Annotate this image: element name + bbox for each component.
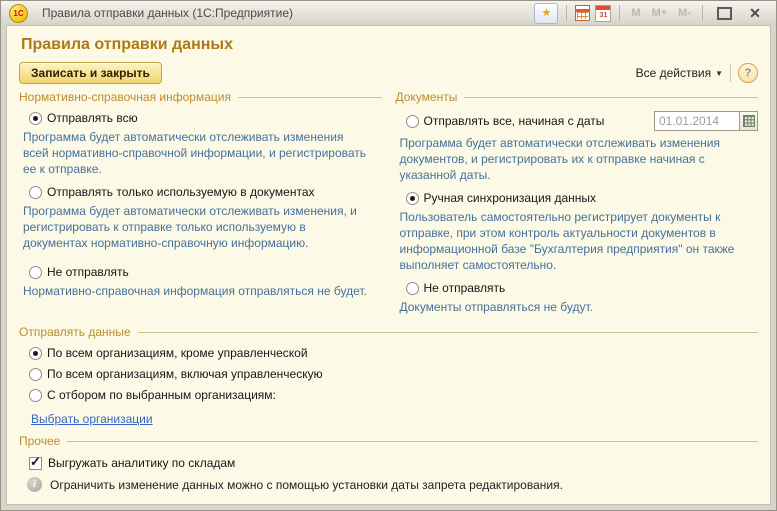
command-bar: Записать и закрыть Все действия ▼ ? bbox=[19, 62, 758, 84]
radio-label: Не отправлять bbox=[47, 265, 129, 279]
start-date-input[interactable] bbox=[654, 111, 739, 131]
radio-label: Отправлять только используемую в докумен… bbox=[47, 185, 315, 199]
radio-selected-orgs-filter[interactable]: С отбором по выбранным организациям: bbox=[29, 388, 758, 402]
restrict-edit-info-text: Ограничить изменение данных можно с помо… bbox=[50, 478, 563, 492]
titlebar: 1С Правила отправки данных (1С:Предприят… bbox=[1, 1, 776, 25]
calendar-grid-icon bbox=[743, 115, 755, 127]
page-title: Правила отправки данных bbox=[21, 36, 758, 54]
radio-label: По всем организациям, включая управленче… bbox=[47, 367, 323, 381]
radio-icon[interactable] bbox=[29, 186, 42, 199]
group-line bbox=[138, 332, 758, 333]
radio-docs-manual-sync[interactable]: Ручная синхронизация данных bbox=[406, 191, 759, 205]
nsi-dont-send-description: Нормативно-справочная информация отправл… bbox=[23, 283, 368, 299]
docs-dont-send-description: Документы отправляться не будут. bbox=[400, 299, 745, 315]
docs-manual-sync-description: Пользователь самостоятельно регистрирует… bbox=[400, 209, 745, 273]
radio-icon[interactable] bbox=[29, 266, 42, 279]
radio-icon[interactable] bbox=[406, 282, 419, 295]
maximize-icon bbox=[717, 7, 732, 20]
radio-docs-send-from-date[interactable]: Отправлять все, начиная с даты bbox=[406, 111, 759, 131]
group-send-data: Отправлять данные По всем организациям, … bbox=[19, 325, 758, 428]
date-picker-button[interactable] bbox=[739, 111, 758, 131]
calendar-button[interactable]: 31 bbox=[595, 5, 611, 22]
radio-icon[interactable] bbox=[29, 112, 42, 125]
help-button[interactable]: ? bbox=[738, 63, 758, 83]
radio-label: Не отправлять bbox=[424, 281, 506, 295]
memory-mminus-button[interactable]: M- bbox=[675, 7, 694, 19]
titlebar-separator bbox=[619, 5, 620, 21]
group-line bbox=[67, 441, 758, 442]
radio-all-orgs-including-management[interactable]: По всем организациям, включая управленче… bbox=[29, 367, 758, 381]
radio-label: Ручная синхронизация данных bbox=[424, 191, 597, 205]
window-title: Правила отправки данных (1С:Предприятие) bbox=[42, 6, 293, 20]
group-line bbox=[238, 97, 382, 98]
titlebar-separator bbox=[566, 5, 567, 21]
save-and-close-button[interactable]: Записать и закрыть bbox=[19, 62, 162, 84]
star-icon: ★ bbox=[541, 8, 551, 19]
radio-label: Отправлять всю bbox=[47, 111, 138, 125]
group-other: Прочее ✓ Выгружать аналитику по складам … bbox=[19, 434, 758, 505]
maximize-button[interactable] bbox=[711, 4, 737, 22]
checkbox-export-warehouse-analytics[interactable]: ✓ Выгружать аналитику по складам bbox=[29, 456, 758, 470]
checkbox-label: Выгружать аналитику по складам bbox=[48, 456, 235, 470]
chevron-down-icon: ▼ bbox=[715, 69, 723, 78]
app-window: 1С Правила отправки данных (1С:Предприят… bbox=[0, 0, 777, 511]
calculator-button[interactable] bbox=[575, 5, 590, 21]
group-nsi-title: Нормативно-справочная информация bbox=[19, 90, 231, 104]
group-nsi: Нормативно-справочная информация Отправл… bbox=[19, 88, 382, 323]
radio-label: С отбором по выбранным организациям: bbox=[47, 388, 276, 402]
docs-send-from-date-description: Программа будет автоматически отслеживат… bbox=[400, 135, 745, 183]
radio-nsi-dont-send[interactable]: Не отправлять bbox=[29, 265, 382, 279]
1c-logo-icon: 1С bbox=[9, 4, 28, 23]
form-content: Правила отправки данных Записать и закры… bbox=[6, 25, 771, 505]
radio-icon[interactable] bbox=[29, 347, 42, 360]
close-icon: ✕ bbox=[749, 6, 761, 20]
titlebar-controls: ★ 31 M M+ M- ✕ bbox=[534, 3, 768, 24]
close-button[interactable]: ✕ bbox=[742, 4, 768, 22]
calendar-icon: 31 bbox=[595, 5, 611, 22]
group-line bbox=[464, 97, 758, 98]
radio-docs-dont-send[interactable]: Не отправлять bbox=[406, 281, 759, 295]
memory-m-button[interactable]: M bbox=[628, 7, 643, 19]
radio-all-orgs-except-management[interactable]: По всем организациям, кроме управленческ… bbox=[29, 346, 758, 360]
group-documents: Документы Отправлять все, начиная с даты… bbox=[396, 88, 759, 323]
radio-icon[interactable] bbox=[29, 389, 42, 402]
radio-icon[interactable] bbox=[406, 192, 419, 205]
checkbox-icon[interactable]: ✓ bbox=[29, 457, 42, 470]
group-documents-title: Документы bbox=[396, 90, 458, 104]
command-separator bbox=[730, 64, 731, 82]
radio-label: Отправлять все, начиная с даты bbox=[424, 114, 605, 128]
memory-mplus-button[interactable]: M+ bbox=[649, 7, 671, 19]
radio-icon[interactable] bbox=[29, 368, 42, 381]
radio-nsi-send-all[interactable]: Отправлять всю bbox=[29, 111, 382, 125]
group-send-data-title: Отправлять данные bbox=[19, 325, 131, 339]
nsi-send-all-description: Программа будет автоматически отслеживат… bbox=[23, 129, 368, 177]
radio-label: По всем организациям, кроме управленческ… bbox=[47, 346, 308, 360]
calculator-icon bbox=[575, 5, 590, 21]
favorites-button[interactable]: ★ bbox=[534, 3, 558, 24]
nsi-send-used-description: Программа будет автоматически отслеживат… bbox=[23, 203, 368, 251]
set-restriction-date-link[interactable]: Установить дату запрета изменения данных bbox=[49, 502, 296, 505]
all-actions-button[interactable]: Все действия ▼ bbox=[636, 66, 723, 80]
radio-icon[interactable] bbox=[406, 115, 419, 128]
all-actions-label: Все действия bbox=[636, 66, 711, 80]
calendar-day-label: 31 bbox=[596, 10, 610, 21]
titlebar-separator bbox=[702, 5, 703, 21]
radio-nsi-send-used[interactable]: Отправлять только используемую в докумен… bbox=[29, 185, 382, 199]
choose-organizations-link[interactable]: Выбрать организации bbox=[31, 412, 153, 426]
group-other-title: Прочее bbox=[19, 434, 60, 448]
info-icon: i bbox=[27, 477, 42, 492]
